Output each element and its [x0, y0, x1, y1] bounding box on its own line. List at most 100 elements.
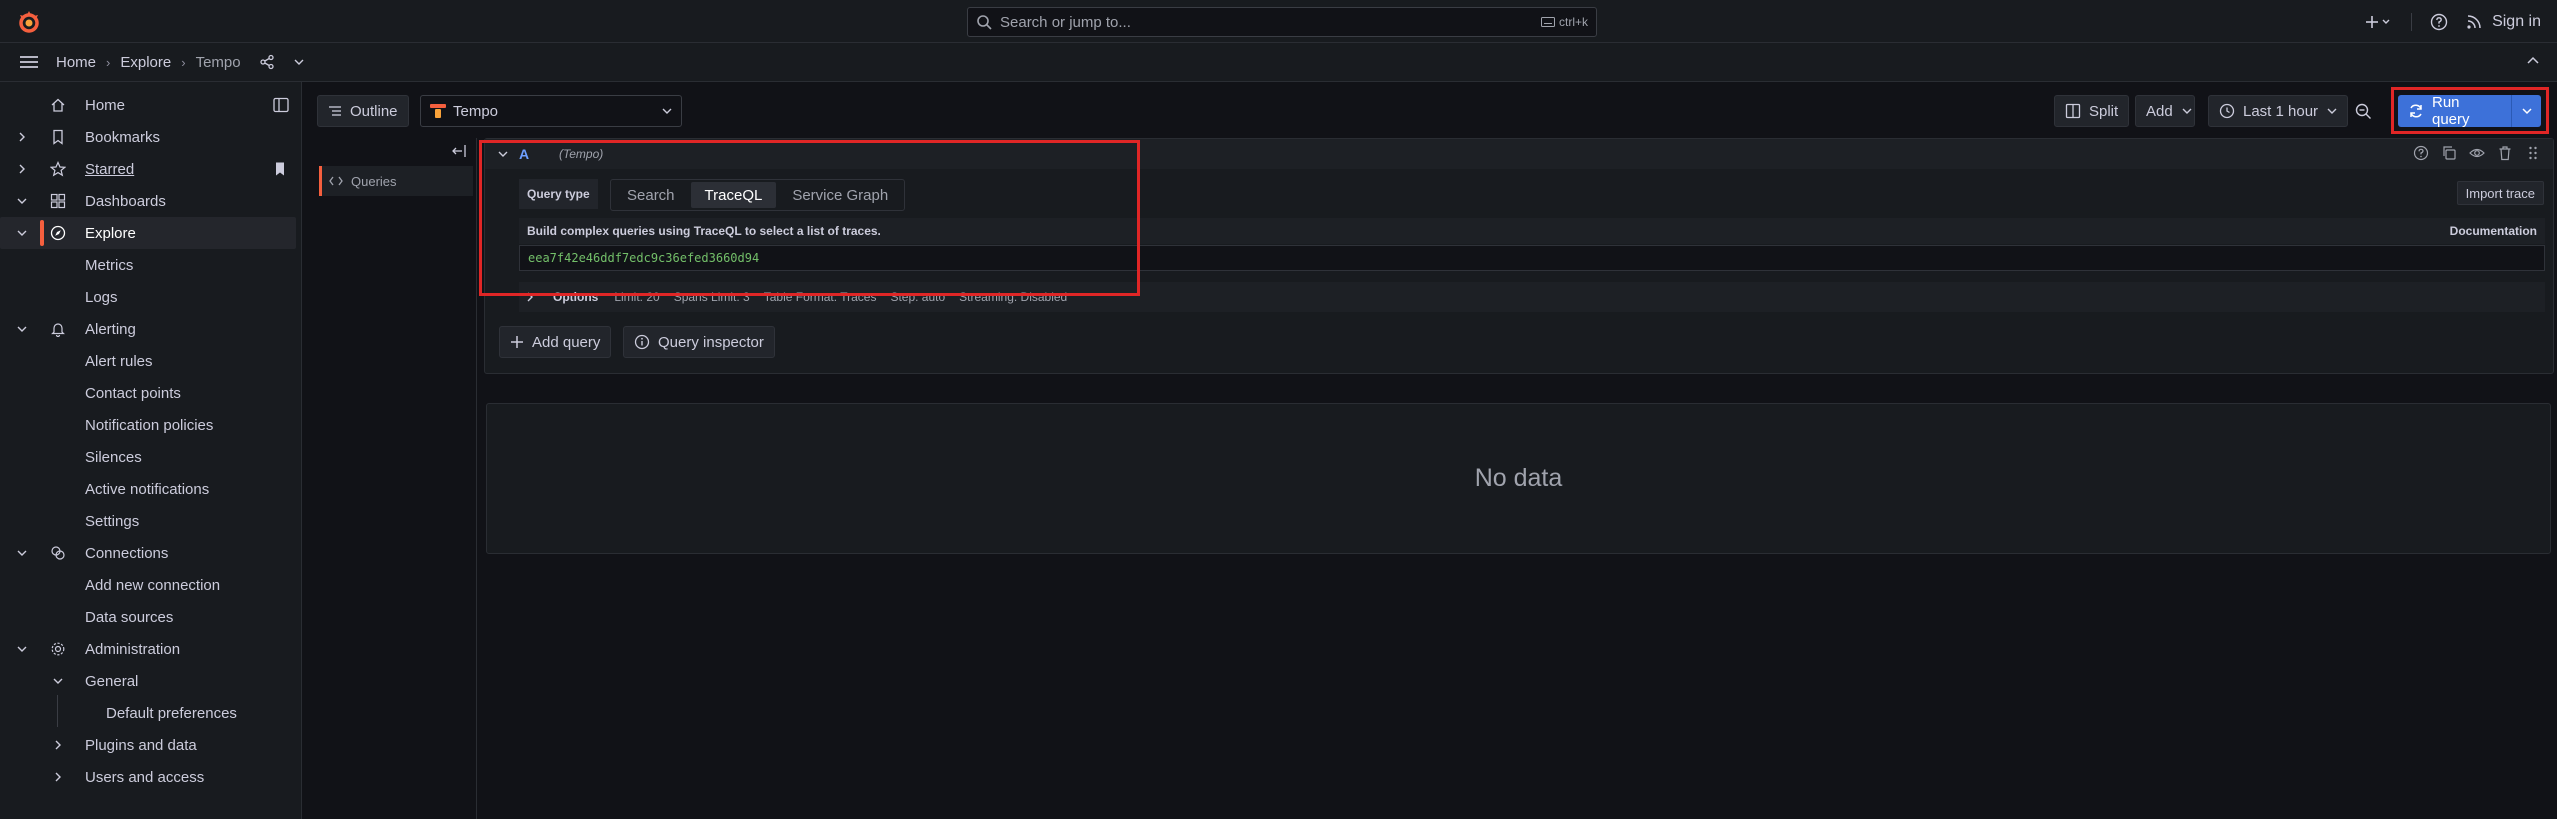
sidebar-item-data-sources[interactable]: Data sources	[0, 601, 296, 633]
chevron-right-icon[interactable]	[525, 291, 535, 303]
eye-icon[interactable]	[2469, 145, 2485, 161]
chevron-up-icon[interactable]	[2525, 53, 2541, 69]
rss-icon[interactable]	[2466, 14, 2482, 30]
copy-icon[interactable]	[2441, 145, 2457, 161]
menu-icon[interactable]	[18, 54, 40, 70]
sidebar-item-label: Settings	[85, 512, 140, 530]
trash-icon[interactable]	[2497, 145, 2513, 161]
search-placeholder: Search or jump to...	[1000, 13, 1131, 31]
breadcrumb: Home › Explore › Tempo	[56, 54, 305, 71]
sidebar-item-general[interactable]: General	[0, 665, 296, 697]
chevron-down-icon[interactable]	[293, 56, 305, 68]
plus-icon	[510, 335, 524, 349]
sidebar-item-dashboards[interactable]: Dashboards	[0, 185, 296, 217]
run-query-main[interactable]: Run query	[2398, 94, 2511, 128]
outline-button[interactable]: Outline	[317, 95, 409, 127]
chevron-right-icon[interactable]	[15, 130, 29, 144]
sidebar-item-logs[interactable]: Logs	[0, 281, 296, 313]
sidebar-item-explore[interactable]: Explore	[0, 217, 296, 249]
new-plus-icon[interactable]	[2365, 14, 2393, 30]
bell-icon	[49, 320, 67, 338]
query-inspector-button[interactable]: Query inspector	[623, 326, 775, 358]
query-ref-id[interactable]: A	[519, 146, 529, 162]
help-icon[interactable]	[2430, 13, 2448, 31]
share-icon[interactable]	[259, 54, 275, 70]
chevron-down-icon[interactable]	[497, 148, 509, 160]
top-bar: Search or jump to... ctrl+k Sign in	[0, 0, 2557, 43]
sidebar-item-users-and-access[interactable]: Users and access	[0, 761, 296, 793]
divider	[2411, 12, 2413, 31]
traceql-editor[interactable]: eea7f42e46ddf7edc9c36efed3660d94	[519, 245, 2545, 271]
chevron-down-icon[interactable]	[15, 226, 29, 240]
active-indicator	[40, 220, 44, 246]
split-button[interactable]: Split	[2054, 95, 2129, 127]
traceql-value[interactable]: eea7f42e46ddf7edc9c36efed3660d94	[528, 251, 759, 265]
sidebar-item-label: Dashboards	[85, 192, 166, 210]
run-query-button[interactable]: Run query	[2398, 94, 2541, 128]
chevron-right-icon[interactable]	[51, 770, 65, 784]
chevron-down-icon[interactable]	[15, 642, 29, 656]
chevron-down-icon[interactable]	[15, 194, 29, 208]
datasource-name: Tempo	[453, 102, 499, 120]
query-options-row[interactable]: Options Limit: 20 Spans Limit: 3 Table F…	[519, 282, 2545, 312]
tab-traceql[interactable]: TraceQL	[690, 182, 777, 208]
query-row-actions	[2413, 145, 2541, 161]
chevron-right-icon[interactable]	[51, 738, 65, 752]
search-input[interactable]: Search or jump to... ctrl+k	[967, 7, 1597, 37]
chevron-down-icon[interactable]	[51, 674, 65, 688]
bookmark-icon[interactable]	[273, 161, 287, 177]
sign-in-label[interactable]: Sign in	[2492, 13, 2541, 31]
sidebar-item-administration[interactable]: Administration	[0, 633, 296, 665]
query-datasource: (Tempo)	[559, 147, 604, 161]
sidebar-item-label: Bookmarks	[85, 128, 161, 146]
query-row-header: A (Tempo)	[485, 139, 2553, 169]
chevron-down-icon[interactable]	[15, 322, 29, 336]
chevron-right-icon[interactable]	[15, 162, 29, 176]
code-icon	[329, 175, 343, 187]
sidebar-item-home[interactable]: Home	[0, 89, 296, 121]
chevron-down-icon[interactable]	[15, 546, 29, 560]
sidebar-item-active-notifications[interactable]: Active notifications	[0, 473, 296, 505]
sidebar-item-notification-policies[interactable]: Notification policies	[0, 409, 296, 441]
shortcut-hint: ctrl+k	[1540, 15, 1588, 29]
sidebar-item-default-preferences[interactable]: Default preferences	[0, 697, 296, 729]
sidebar-item-alerting[interactable]: Alerting	[0, 313, 296, 345]
sidebar-item-metrics[interactable]: Metrics	[0, 249, 296, 281]
sidebar-item-add-new-connection[interactable]: Add new connection	[0, 569, 296, 601]
documentation-link[interactable]: Documentation	[2450, 224, 2537, 238]
sidebar-item-alert-rules[interactable]: Alert rules	[0, 345, 296, 377]
breadcrumb-home[interactable]: Home	[56, 54, 96, 71]
outline-item-queries[interactable]: Queries	[319, 166, 473, 196]
keyboard-icon	[1540, 17, 1555, 27]
split-label: Split	[2089, 102, 2119, 120]
add-query-button[interactable]: Add query	[499, 326, 612, 358]
breadcrumb-explore[interactable]: Explore	[120, 54, 171, 71]
tab-search[interactable]: Search	[613, 182, 689, 208]
query-inspector-label: Query inspector	[658, 333, 764, 351]
results-panel: No data	[486, 403, 2551, 554]
cog-icon	[49, 640, 67, 658]
drag-handle-icon[interactable]	[2525, 145, 2541, 161]
sidebar-item-bookmarks[interactable]: Bookmarks	[0, 121, 296, 153]
sidebar-item-contact-points[interactable]: Contact points	[0, 377, 296, 409]
sidebar-item-connections[interactable]: Connections	[0, 537, 296, 569]
sidebar-item-silences[interactable]: Silences	[0, 441, 296, 473]
collapse-left-icon[interactable]	[451, 144, 467, 158]
no-data-text: No data	[1474, 464, 1563, 492]
tab-service-graph[interactable]: Service Graph	[778, 182, 902, 208]
shortcut-text: ctrl+k	[1558, 15, 1588, 29]
grafana-logo-icon[interactable]	[16, 9, 42, 35]
sidebar-item-starred[interactable]: Starred	[0, 153, 296, 185]
sidebar-item-settings[interactable]: Settings	[0, 505, 296, 537]
run-query-dropdown[interactable]	[2511, 95, 2541, 127]
import-trace-button[interactable]: Import trace	[2456, 181, 2544, 205]
sidebar-item-plugins-and-data[interactable]: Plugins and data	[0, 729, 296, 761]
datasource-picker[interactable]: Tempo	[420, 95, 682, 127]
help-icon[interactable]	[2413, 145, 2429, 161]
sidebar-item-label: Explore	[85, 224, 136, 242]
zoom-out-icon[interactable]	[2355, 103, 2372, 120]
add-dropdown-button[interactable]: Add	[2135, 95, 2195, 127]
connections-icon	[49, 544, 67, 562]
time-range-picker[interactable]: Last 1 hour	[2208, 95, 2348, 127]
sign-in-link[interactable]: Sign in	[2466, 13, 2541, 31]
